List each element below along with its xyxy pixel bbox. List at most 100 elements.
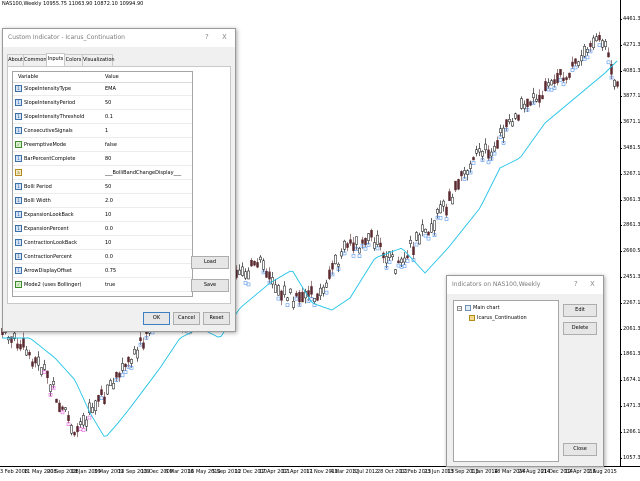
- param-value[interactable]: 1: [105, 128, 191, 134]
- signal-marker: [438, 215, 443, 220]
- param-row[interactable]: 1 ConsecutiveSignals 1: [13, 125, 192, 138]
- param-value[interactable]: 10: [105, 212, 191, 218]
- candle-body: [280, 290, 283, 301]
- candle-body: [481, 150, 484, 157]
- candle-body: [283, 285, 286, 296]
- param-row[interactable]: 1 BarPercentComplete 80: [13, 153, 192, 166]
- signal-marker: [276, 296, 281, 301]
- param-value[interactable]: 0.75: [105, 268, 191, 274]
- param-row[interactable]: 1 SlopeIntensityThreshold 0.1: [13, 111, 192, 124]
- candle-body: [343, 240, 346, 250]
- param-value[interactable]: 50: [105, 184, 191, 190]
- param-value[interactable]: 2.0: [105, 198, 191, 204]
- tab-inputs[interactable]: Inputs: [46, 53, 65, 67]
- param-row[interactable]: a ___BolliBandChangeDisplay___: [13, 167, 192, 180]
- tab-about[interactable]: About: [7, 54, 24, 66]
- candle-body: [256, 262, 259, 268]
- load-button[interactable]: Load: [191, 256, 229, 269]
- param-value[interactable]: 10: [105, 240, 191, 246]
- param-row[interactable]: ✓ PreemptiveMode false: [13, 139, 192, 152]
- close-button[interactable]: Close: [563, 443, 597, 456]
- signal-marker: [246, 282, 251, 287]
- param-name: Mode2 (uses Bollinger): [24, 282, 82, 288]
- custom-indicator-dialog: Custom Indicator - Icarus_Continuation ?…: [2, 28, 236, 332]
- param-value[interactable]: ___BolliBandChangeDisplay___: [105, 170, 191, 176]
- price-label: 4081.30: [620, 68, 640, 74]
- candle-body: [298, 292, 301, 303]
- signal-marker: [402, 264, 407, 269]
- param-row[interactable]: 1 Bolli Width 2.0: [13, 195, 192, 208]
- candle-body: [364, 238, 367, 245]
- param-value[interactable]: false: [105, 142, 191, 148]
- delete-button[interactable]: Delete: [563, 322, 597, 335]
- param-name: ExpansionLookBack: [24, 212, 74, 218]
- candle-body: [94, 400, 97, 411]
- help-icon[interactable]: ?: [205, 33, 209, 41]
- price-label: 3877.10: [620, 93, 640, 99]
- candle-body: [46, 370, 49, 379]
- reset-button[interactable]: Reset: [203, 312, 230, 325]
- signal-marker: [324, 290, 329, 295]
- candle-body: [247, 270, 250, 280]
- param-row[interactable]: 1 ContractionLookBack 10: [13, 237, 192, 250]
- param-row[interactable]: 1 ContractionPercent 0.0: [13, 251, 192, 264]
- collapse-icon[interactable]: −: [457, 306, 462, 311]
- param-row[interactable]: 1 SlopeIntensityPeriod 50: [13, 97, 192, 110]
- signal-marker: [570, 68, 575, 72]
- param-value[interactable]: 0.0: [105, 254, 191, 260]
- cancel-button[interactable]: Cancel: [173, 312, 200, 325]
- candle-body: [292, 301, 295, 308]
- candle-body: [31, 361, 34, 367]
- dialog-titlebar[interactable]: Custom Indicator - Icarus_Continuation ?…: [3, 29, 235, 47]
- ok-button[interactable]: OK: [143, 312, 170, 325]
- param-row[interactable]: 1 ExpansionLookBack 10: [13, 209, 192, 222]
- candle-body: [436, 209, 439, 214]
- candle-body: [517, 114, 520, 121]
- number-type-icon: 1: [15, 225, 22, 232]
- close-icon[interactable]: X: [590, 280, 595, 288]
- param-row[interactable]: 1 ExpansionPercent 0.0: [13, 223, 192, 236]
- param-value[interactable]: true: [105, 282, 191, 288]
- candle-body: [511, 121, 514, 127]
- help-icon[interactable]: ?: [574, 280, 578, 288]
- param-row[interactable]: 1 SlopeIntensityType EMA: [13, 83, 192, 96]
- candle-body: [433, 220, 436, 231]
- signal-marker: [60, 410, 65, 415]
- tab-colors[interactable]: Colors: [64, 54, 83, 66]
- param-value[interactable]: 0.1: [105, 114, 191, 120]
- inputs-table[interactable]: Variable Value 1 SlopeIntensityType EMA 1 Sl…: [12, 71, 193, 297]
- candle-body: [568, 72, 571, 78]
- param-value[interactable]: 0.0: [105, 226, 191, 232]
- dialog-titlebar[interactable]: Indicators on NAS100,Weekly ? X: [447, 276, 603, 294]
- table-header: Variable Value: [13, 72, 192, 83]
- header-value: Value: [105, 74, 119, 80]
- candle-body: [115, 371, 118, 378]
- candle-body: [121, 363, 124, 371]
- param-row[interactable]: ✓ Mode2 (uses Bollinger) true: [13, 279, 192, 292]
- candle-body: [376, 234, 379, 245]
- candle-body: [595, 36, 598, 42]
- edit-button[interactable]: Edit: [563, 304, 597, 317]
- param-row[interactable]: 1 ArrowDisplayOffset 0.75: [13, 265, 192, 278]
- candle-body: [118, 372, 121, 378]
- param-value[interactable]: 80: [105, 156, 191, 162]
- price-scale[interactable]: 4461.30 4271.30 4081.30 3877.10 3671.10 3481.…: [620, 0, 640, 466]
- tab-visualization[interactable]: Visualization: [82, 54, 115, 66]
- tab-common[interactable]: Common: [23, 54, 47, 66]
- indicator-tree[interactable]: − Main chart Icarus_Continuation: [453, 300, 559, 462]
- signal-marker: [81, 428, 86, 432]
- close-icon[interactable]: X: [222, 33, 227, 41]
- time-axis[interactable]: 3 Feb 2008 11 May 2008 20 Sep 2008 18 Jan 2…: [0, 466, 640, 481]
- candle-body: [559, 69, 562, 76]
- candle-body: [106, 384, 109, 395]
- param-row[interactable]: 1 Bolli Period 50: [13, 181, 192, 194]
- boolean-type-icon: ✓: [15, 281, 22, 288]
- tree-item-main-chart[interactable]: Main chart: [473, 305, 500, 311]
- candle-body: [562, 77, 565, 81]
- candle-body: [133, 349, 136, 355]
- save-button[interactable]: Save: [191, 279, 229, 292]
- param-value[interactable]: 50: [105, 100, 191, 106]
- number-type-icon: 1: [15, 267, 22, 274]
- param-value[interactable]: EMA: [105, 86, 191, 92]
- tree-item-indicator[interactable]: Icarus_Continuation: [477, 315, 527, 321]
